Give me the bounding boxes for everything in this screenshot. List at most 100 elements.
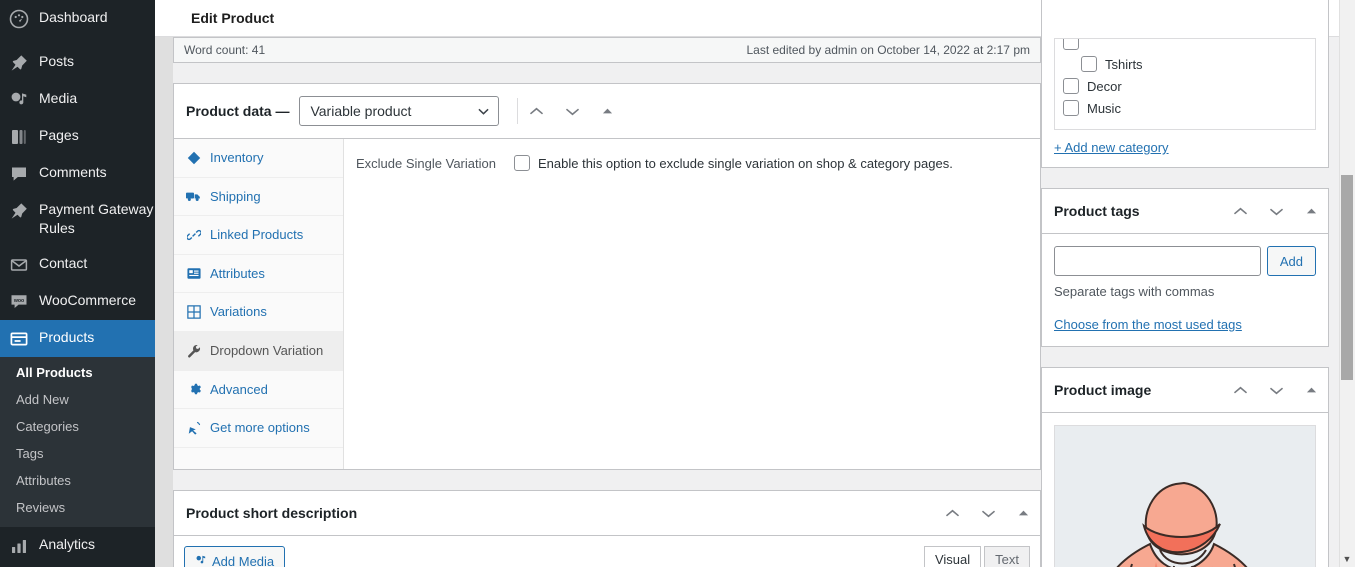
sidebar-item-contact[interactable]: Contact bbox=[0, 246, 155, 283]
tab-dropdown-variation[interactable]: Dropdown Variation bbox=[174, 331, 343, 371]
move-up-button[interactable] bbox=[518, 89, 554, 133]
move-down-button[interactable] bbox=[1258, 189, 1294, 233]
move-up-button[interactable] bbox=[934, 491, 970, 535]
move-down-button[interactable] bbox=[970, 491, 1006, 535]
tab-get-more-options[interactable]: Get more options bbox=[174, 409, 343, 448]
category-row[interactable] bbox=[1063, 39, 1307, 53]
field-description: Enable this option to exclude single var… bbox=[538, 155, 953, 171]
main-column: Word count: 41 Last edited by admin on O… bbox=[173, 37, 1041, 567]
content-wrap: Word count: 41 Last edited by admin on O… bbox=[155, 0, 1355, 567]
add-new-category-link[interactable]: + Add new category bbox=[1054, 140, 1316, 155]
category-checkbox[interactable] bbox=[1063, 100, 1079, 116]
category-row[interactable]: Decor bbox=[1063, 75, 1307, 97]
product-data-body: Inventory Shipping Linked Products Attri… bbox=[174, 139, 1040, 469]
tab-label: Shipping bbox=[210, 188, 261, 204]
field-label: Exclude Single Variation bbox=[356, 155, 496, 171]
page-scrollbar[interactable]: ▼ bbox=[1339, 0, 1355, 567]
sidebar-submenu-products: All Products Add New Categories Tags Att… bbox=[0, 356, 155, 527]
product-type-select[interactable]: Variable product bbox=[299, 96, 500, 126]
tab-label: Get more options bbox=[210, 420, 310, 436]
sidebar-item-label: WooCommerce bbox=[39, 291, 136, 308]
dashboard-icon bbox=[8, 9, 30, 29]
product-tags-panel: Product tags Add Separate tags with comm… bbox=[1041, 188, 1329, 347]
sidebar-item-label: Comments bbox=[39, 164, 107, 180]
exclude-single-variation-row: Exclude Single Variation Enable this opt… bbox=[356, 155, 1028, 171]
svg-text:woo: woo bbox=[13, 298, 24, 304]
toggle-panel-button[interactable] bbox=[1006, 491, 1040, 535]
move-down-button[interactable] bbox=[554, 89, 590, 133]
scrollbar-thumb[interactable] bbox=[1341, 175, 1353, 380]
product-data-tabs: Inventory Shipping Linked Products Attri… bbox=[174, 139, 344, 469]
tab-shipping[interactable]: Shipping bbox=[174, 178, 343, 217]
category-row[interactable]: Music bbox=[1063, 97, 1307, 119]
sidebar-item-media[interactable]: Media bbox=[0, 81, 155, 118]
tab-label: Inventory bbox=[210, 150, 264, 165]
sidebar-item-dashboard[interactable]: Dashboard bbox=[0, 0, 155, 37]
product-tags-title: Product tags bbox=[1054, 203, 1140, 219]
short-description-title: Product short description bbox=[186, 505, 358, 521]
product-type-select-wrap: Variable product bbox=[299, 96, 500, 126]
category-checkbox[interactable] bbox=[1063, 39, 1079, 50]
sidebar-item-payment-gateway-rules[interactable]: Payment Gateway Rules bbox=[0, 192, 155, 246]
sidebar-item-posts[interactable]: Posts bbox=[0, 44, 155, 81]
add-media-button[interactable]: Add Media bbox=[184, 546, 286, 567]
admin-sidebar: Dashboard Posts Media Pages Comments Pay… bbox=[0, 0, 155, 567]
most-used-tags-link[interactable]: Choose from the most used tags bbox=[1042, 299, 1328, 346]
exclude-single-variation-checkbox[interactable] bbox=[514, 155, 530, 171]
tab-attributes[interactable]: Attributes bbox=[174, 255, 343, 294]
sidebar-item-woocommerce[interactable]: woo WooCommerce bbox=[0, 283, 155, 320]
tab-variations[interactable]: Variations bbox=[174, 293, 343, 332]
side-column: Tshirts Decor Music + Add new category P… bbox=[1041, 0, 1329, 567]
tab-label: Variations bbox=[210, 304, 267, 320]
sidebar-item-products[interactable]: Products bbox=[0, 319, 155, 357]
category-row[interactable]: Tshirts bbox=[1063, 53, 1307, 75]
tab-inventory[interactable]: Inventory bbox=[174, 139, 343, 178]
product-image-panel: Product image bbox=[1041, 367, 1329, 567]
move-up-button[interactable] bbox=[1222, 189, 1258, 233]
sidebar-item-all-products[interactable]: All Products bbox=[0, 359, 155, 386]
tab-label: Linked Products bbox=[210, 227, 304, 243]
shipping-truck-icon bbox=[186, 189, 201, 203]
tab-text[interactable]: Text bbox=[984, 546, 1030, 567]
sidebar-item-categories[interactable]: Categories bbox=[0, 413, 155, 440]
move-down-button[interactable] bbox=[1258, 368, 1294, 412]
sidebar-item-attributes[interactable]: Attributes bbox=[0, 467, 155, 494]
scroll-down-arrow-icon[interactable]: ▼ bbox=[1341, 553, 1353, 565]
sidebar-item-comments[interactable]: Comments bbox=[0, 155, 155, 192]
toggle-panel-button[interactable] bbox=[590, 89, 624, 133]
page-title: Edit Product bbox=[191, 10, 275, 26]
category-label: Music bbox=[1087, 100, 1121, 116]
sidebar-item-label: Posts bbox=[39, 53, 75, 69]
wrench-icon bbox=[186, 344, 201, 358]
short-description-header: Product short description bbox=[174, 491, 1040, 536]
pin-icon bbox=[8, 201, 30, 221]
product-data-header: Product data — Variable product bbox=[174, 84, 1040, 139]
category-checkbox[interactable] bbox=[1063, 78, 1079, 94]
add-tag-button[interactable]: Add bbox=[1266, 246, 1316, 276]
sidebar-item-tags[interactable]: Tags bbox=[0, 440, 155, 467]
category-checkbox[interactable] bbox=[1081, 56, 1097, 72]
sidebar-item-label: Products bbox=[39, 328, 95, 345]
product-data-title: Product data — bbox=[186, 103, 290, 119]
link-icon bbox=[186, 228, 201, 242]
editor-mode-tabs: Visual Text bbox=[923, 546, 1030, 567]
tag-input[interactable] bbox=[1054, 246, 1261, 276]
category-label: Decor bbox=[1087, 78, 1122, 94]
product-image-thumbnail[interactable] bbox=[1054, 425, 1316, 567]
sidebar-item-reviews[interactable]: Reviews bbox=[0, 494, 155, 521]
toggle-panel-button[interactable] bbox=[1294, 368, 1328, 412]
pin-icon bbox=[8, 53, 30, 73]
tab-linked-products[interactable]: Linked Products bbox=[174, 216, 343, 255]
move-up-button[interactable] bbox=[1222, 368, 1258, 412]
content-left-rail bbox=[155, 37, 173, 567]
media-plus-icon bbox=[195, 554, 207, 567]
product-image-title: Product image bbox=[1054, 382, 1152, 398]
tab-visual[interactable]: Visual bbox=[923, 546, 982, 567]
sidebar-item-label: Payment Gateway Rules bbox=[39, 201, 154, 236]
toggle-panel-button[interactable] bbox=[1294, 189, 1328, 233]
sidebar-item-analytics[interactable]: Analytics bbox=[0, 527, 155, 564]
sidebar-item-add-new[interactable]: Add New bbox=[0, 386, 155, 413]
product-categories-list[interactable]: Tshirts Decor Music bbox=[1054, 38, 1316, 130]
sidebar-item-pages[interactable]: Pages bbox=[0, 118, 155, 155]
tab-advanced[interactable]: Advanced bbox=[174, 371, 343, 410]
